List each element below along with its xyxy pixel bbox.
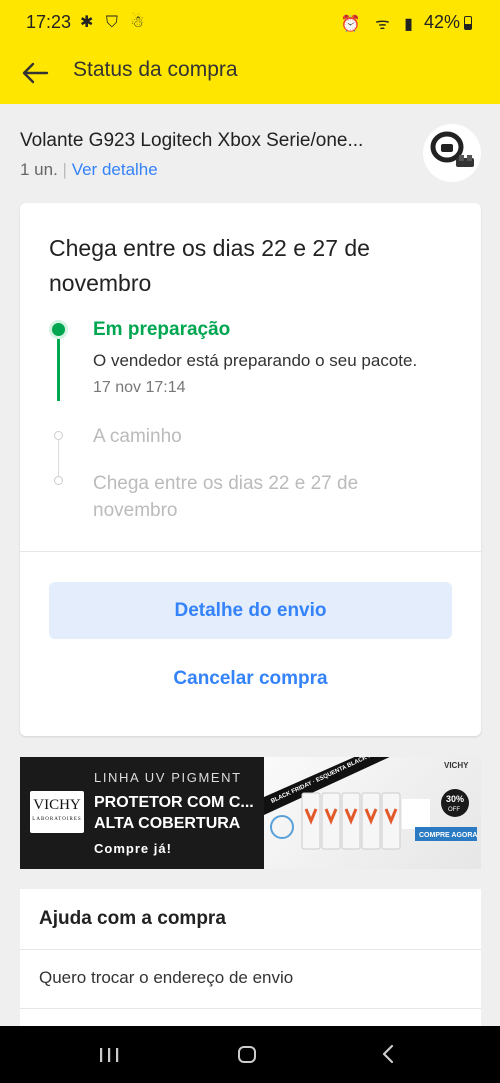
system-icons: ⏰ ᯤ ▮ bbox=[340, 16, 418, 33]
ad-cta[interactable]: Compre já! bbox=[94, 841, 172, 856]
nav-back-icon[interactable] bbox=[380, 1044, 398, 1064]
ad-product-image: BLACK FRIDAY · ESQUENTA BLACK FRIDAY VIC… bbox=[264, 757, 481, 869]
step-label: Chega entre os dias 22 e 27 de novembro bbox=[93, 473, 359, 521]
page-title: Status da compra bbox=[73, 58, 238, 81]
timeline-active-dot bbox=[49, 320, 68, 339]
delivery-status-card: Chega entre os dias 22 e 27 de novembro … bbox=[20, 203, 481, 736]
timeline-dot bbox=[54, 431, 63, 440]
ad-discount-label: OFF bbox=[448, 807, 460, 813]
app-bar: Status da compra bbox=[0, 44, 500, 104]
battery-icon bbox=[464, 16, 472, 30]
ad-product-brand: VICHY bbox=[444, 761, 469, 770]
recent-apps-icon[interactable] bbox=[98, 1047, 120, 1063]
help-title: Ajuda com a compra bbox=[39, 908, 226, 929]
ad-headline-line-1: PROTETOR COM C... bbox=[94, 794, 254, 811]
brand-name: VICHY bbox=[33, 797, 81, 813]
step-description: O vendedor está preparando o seu pacote. bbox=[93, 351, 418, 370]
product-name: Volante G923 Logitech Xbox Serie/one... bbox=[20, 130, 364, 151]
view-detail-link[interactable]: Ver detalhe bbox=[72, 160, 158, 179]
ad-discount: 30% bbox=[446, 794, 464, 804]
notification-icons: ✱ ⛉ ☃ bbox=[80, 14, 149, 31]
arrow-left-icon[interactable] bbox=[20, 58, 50, 88]
help-section: Ajuda com a compra Quero trocar o endere… bbox=[20, 889, 481, 1039]
status-time: 17:23 bbox=[26, 12, 72, 32]
product-summary: Volante G923 Logitech Xbox Serie/one... … bbox=[0, 104, 500, 194]
ad-product-line: LINHA UV PIGMENT bbox=[94, 770, 242, 785]
meta-separator: | bbox=[62, 160, 67, 179]
shipping-detail-button[interactable]: Detalhe do envio bbox=[49, 582, 452, 639]
ad-headline-line-2: ALTA COBERTURA bbox=[94, 815, 241, 832]
timeline-dot bbox=[54, 476, 63, 485]
system-nav-bar bbox=[0, 1026, 500, 1083]
ad-banner[interactable]: VICHY LABORATOIRES LINHA UV PIGMENT PROT… bbox=[20, 757, 481, 869]
card-divider bbox=[20, 551, 481, 552]
brand-subtitle: LABORATOIRES bbox=[32, 817, 82, 822]
help-divider bbox=[20, 949, 481, 950]
ad-shop-button[interactable]: COMPRE AGORA bbox=[419, 832, 477, 839]
delivery-headline: Chega entre os dias 22 e 27 de novembro bbox=[49, 235, 370, 296]
battery-percentage: 42% bbox=[423, 12, 460, 32]
product-thumbnail[interactable] bbox=[423, 124, 481, 182]
steering-wheel-image bbox=[430, 131, 474, 167]
ad-headline: PROTETOR COM C... ALTA COBERTURA bbox=[94, 792, 264, 834]
product-quantity: 1 un. bbox=[20, 160, 58, 179]
help-divider bbox=[20, 1008, 481, 1009]
sunscreen-products-image: BLACK FRIDAY · ESQUENTA BLACK FRIDAY VIC… bbox=[264, 757, 477, 850]
cancel-purchase-button[interactable]: Cancelar compra bbox=[49, 661, 452, 697]
home-icon[interactable] bbox=[238, 1046, 256, 1063]
vichy-logo: VICHY LABORATOIRES bbox=[30, 791, 84, 833]
product-meta: 1 un. | Ver detalhe bbox=[20, 160, 158, 180]
step-label-active: Em preparação bbox=[93, 319, 231, 340]
step-timestamp: 17 nov 17:14 bbox=[93, 379, 186, 396]
help-item-change-address[interactable]: Quero trocar o endereço de envio bbox=[39, 968, 293, 988]
timeline-progress-line bbox=[57, 337, 60, 401]
status-bar: 17:23 ✱ ⛉ ☃ ⏰ ᯤ ▮ 42% bbox=[0, 0, 500, 44]
step-label: A caminho bbox=[93, 426, 182, 447]
